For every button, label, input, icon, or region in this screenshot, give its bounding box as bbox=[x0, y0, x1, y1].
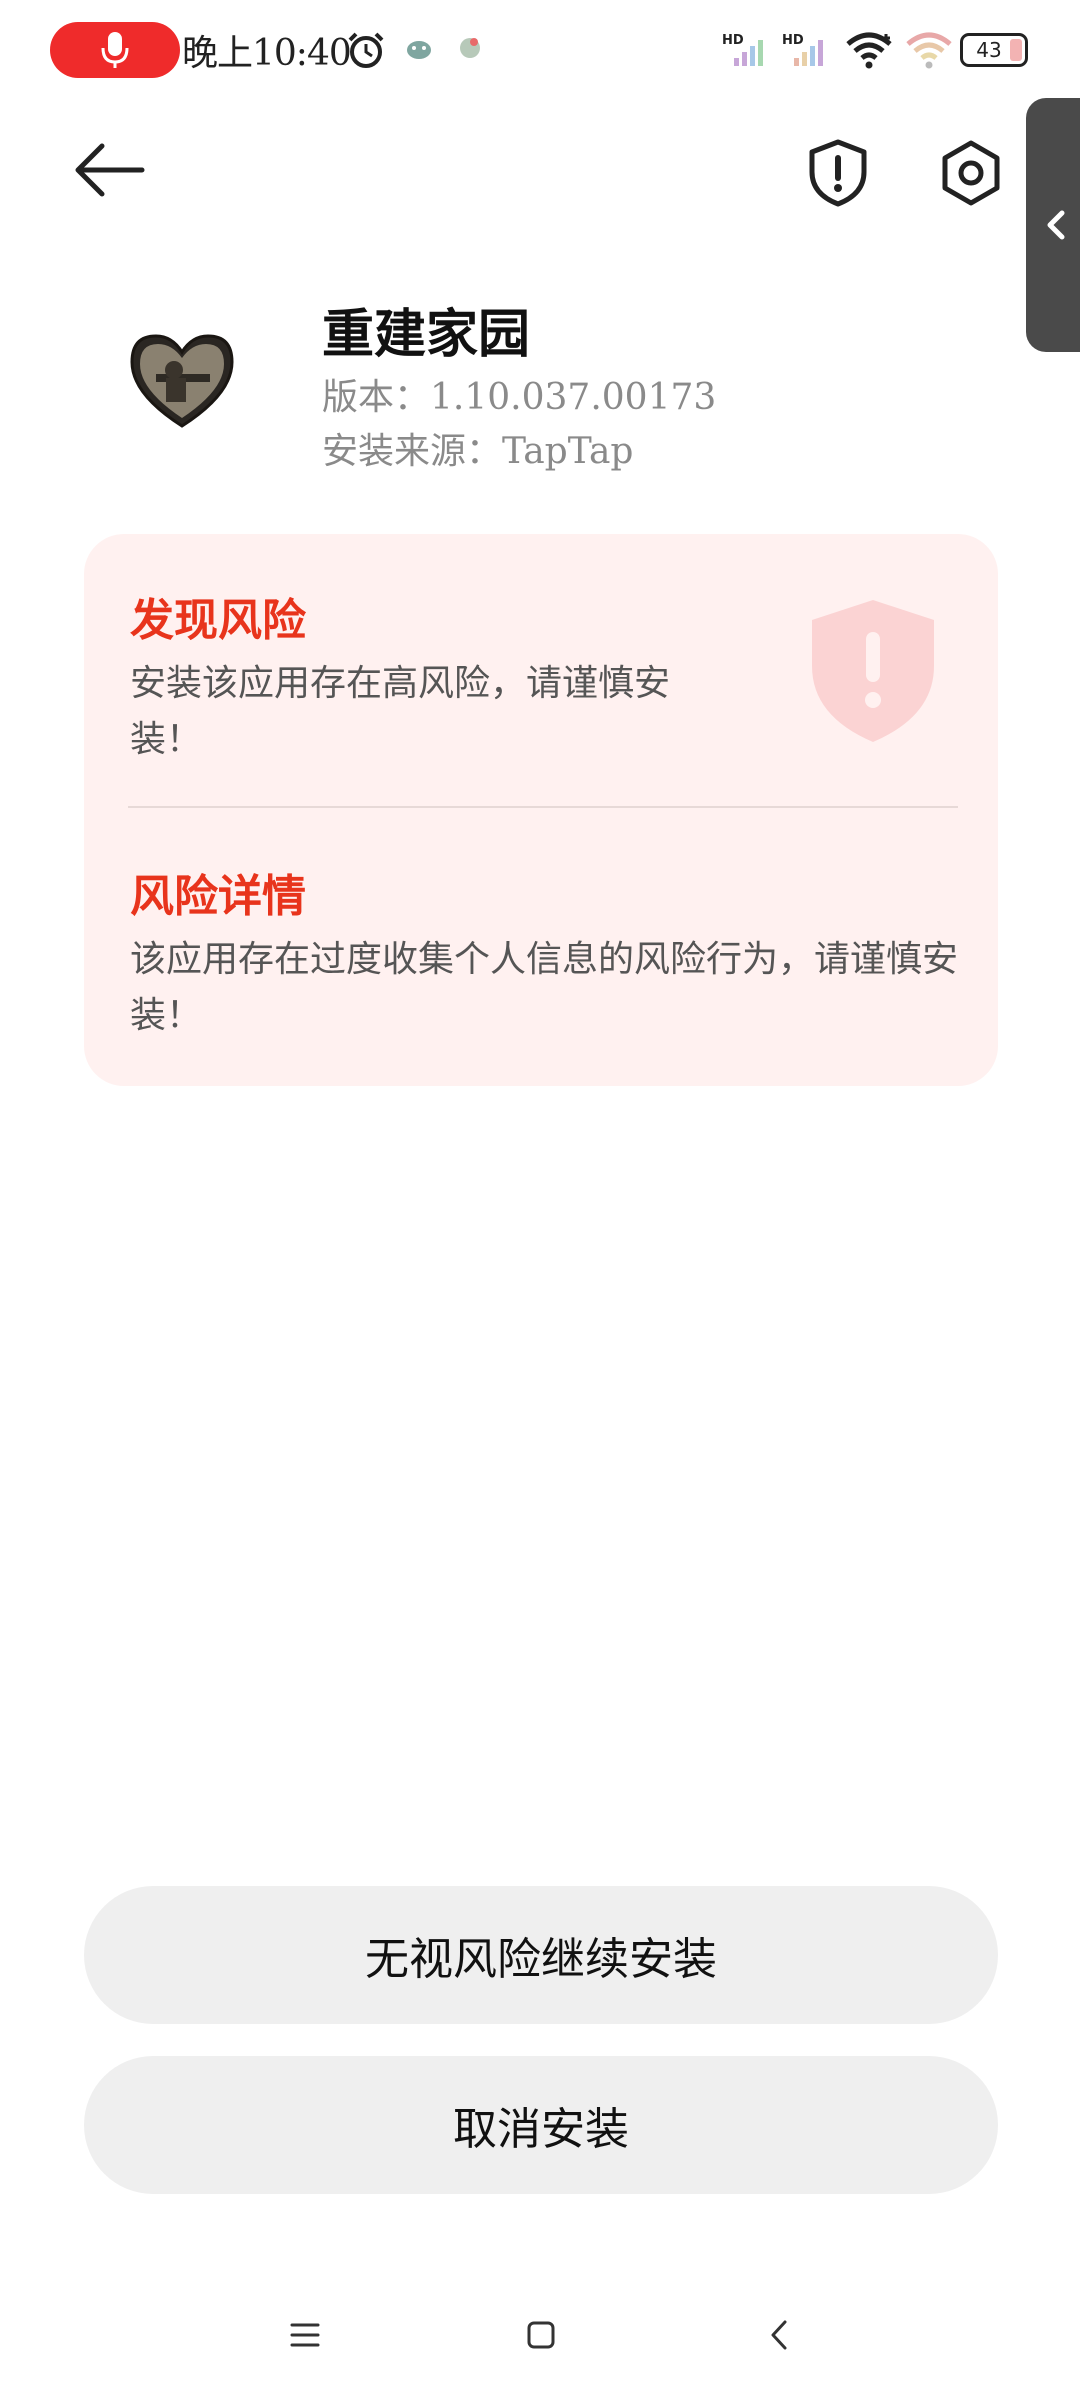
wifi-icon bbox=[906, 32, 952, 69]
nav-menu-button[interactable] bbox=[280, 2310, 330, 2360]
notification-icon bbox=[460, 38, 480, 58]
side-panel-tab[interactable] bbox=[1026, 98, 1080, 352]
back-button[interactable] bbox=[72, 140, 148, 200]
nav-home-button[interactable] bbox=[516, 2310, 566, 2360]
security-shield-button[interactable] bbox=[806, 138, 870, 208]
signal-hd-icon: HD bbox=[722, 33, 763, 66]
svg-text:HD: HD bbox=[782, 33, 804, 48]
cancel-install-button[interactable]: 取消安装 bbox=[84, 2056, 998, 2194]
svg-text:HD: HD bbox=[722, 33, 744, 48]
battery-icon: 43 bbox=[960, 33, 1028, 67]
home-icon bbox=[527, 2321, 555, 2349]
mic-recording-indicator[interactable] bbox=[50, 22, 180, 78]
risk-found-text: 安装该应用存在高风险，请谨慎安装！ bbox=[130, 663, 671, 760]
risk-shield-icon bbox=[808, 596, 938, 746]
continue-install-button[interactable]: 无视风险继续安装 bbox=[84, 1886, 998, 2024]
battery-level: 43 bbox=[976, 38, 1002, 62]
risk-divider bbox=[128, 806, 958, 808]
risk-detail-title: 风险详情 bbox=[130, 871, 306, 922]
wifi-icon bbox=[846, 32, 892, 69]
shield-alert-icon bbox=[809, 139, 867, 207]
signal-hd-icon: HD bbox=[782, 33, 823, 66]
mic-icon bbox=[101, 32, 129, 68]
notification-icon bbox=[407, 41, 431, 59]
back-arrow-icon bbox=[75, 143, 145, 197]
app-install-source: 安装来源：TapTap bbox=[322, 431, 634, 472]
app-version: 版本：1.10.037.00173 bbox=[322, 377, 717, 418]
status-bar: 晚上10:40 HD HD 43 bbox=[0, 0, 1080, 100]
alarm-icon bbox=[348, 32, 384, 68]
back-icon bbox=[771, 2320, 787, 2350]
nav-back-button[interactable] bbox=[754, 2310, 804, 2360]
app-icon bbox=[126, 330, 238, 430]
settings-button[interactable] bbox=[936, 138, 1006, 208]
battery-fill bbox=[1010, 39, 1022, 61]
chevron-left-icon bbox=[1047, 210, 1065, 240]
risk-card: 发现风险 安装该应用存在高风险，请谨慎安装！ 风险详情 该应用存在过度收集个人信… bbox=[84, 534, 998, 1086]
risk-found-title: 发现风险 bbox=[130, 595, 306, 646]
menu-icon bbox=[290, 2323, 320, 2347]
settings-icon bbox=[942, 140, 1000, 206]
risk-detail-text: 该应用存在过度收集个人信息的风险行为，请谨慎安装！ bbox=[130, 939, 959, 1036]
status-time: 晚上10:40 bbox=[182, 33, 352, 74]
app-name: 重建家园 bbox=[322, 304, 531, 365]
